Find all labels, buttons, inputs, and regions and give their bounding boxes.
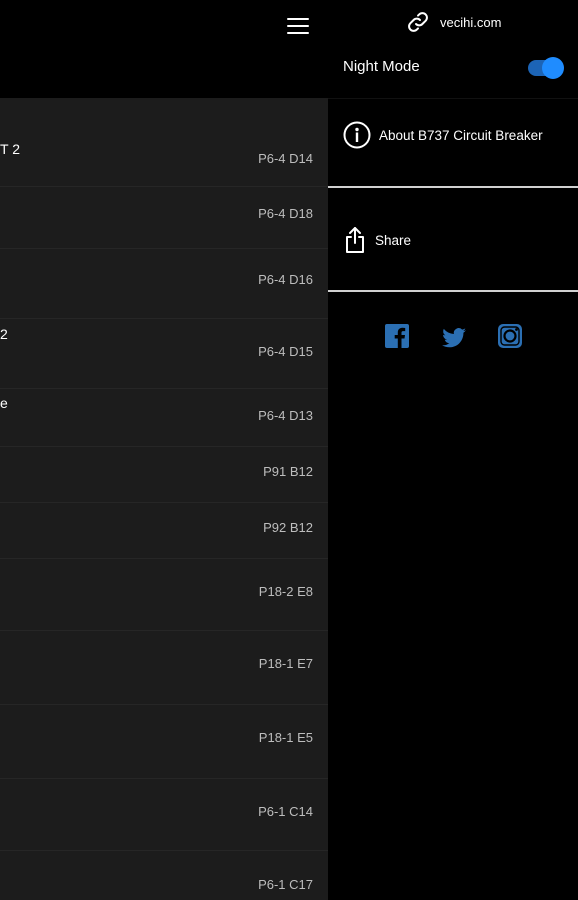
list-item-title: T 2 <box>0 141 20 157</box>
top-bar <box>0 0 328 98</box>
twitter-icon[interactable] <box>441 322 466 350</box>
info-icon <box>343 121 371 149</box>
divider <box>328 98 578 99</box>
list-item[interactable]: T 2 P6-4 D14 <box>0 98 328 187</box>
list-item[interactable]: P6-1 C14 <box>0 778 328 851</box>
list-item[interactable]: P18-2 E8 <box>0 558 328 631</box>
list-item-ref: P6-1 C17 <box>258 877 313 892</box>
list-item-ref: P92 B12 <box>263 520 313 535</box>
about-label: About B737 Circuit Breaker <box>379 127 543 143</box>
link-icon <box>408 12 428 32</box>
list-item-title: e <box>0 395 8 411</box>
list-item[interactable]: P18-1 E5 <box>0 704 328 779</box>
main-content: T 2 P6-4 D14 P6-4 D18 P6-4 D16 2 P6-4 D1… <box>0 0 328 900</box>
divider <box>328 290 578 292</box>
list-item[interactable]: P6-1 C17 <box>0 850 328 900</box>
list-item[interactable]: P6-4 D18 <box>0 186 328 249</box>
list-item-ref: P6-4 D15 <box>258 344 313 359</box>
share-menu-item[interactable]: Share <box>343 226 411 254</box>
list-item-ref: P91 B12 <box>263 464 313 479</box>
list-item-ref: P6-1 C14 <box>258 804 313 819</box>
night-mode-toggle[interactable] <box>528 57 564 79</box>
share-icon <box>346 227 364 253</box>
share-label: Share <box>375 232 412 248</box>
list-item-ref: P6-4 D18 <box>258 206 313 221</box>
night-mode-label: Night Mode <box>343 58 420 75</box>
toggle-knob <box>542 57 564 79</box>
list-item-ref: P6-4 D14 <box>258 151 313 166</box>
instagram-icon[interactable] <box>497 322 522 350</box>
list-item[interactable]: P92 B12 <box>0 502 328 559</box>
list-item-ref: P6-4 D13 <box>258 408 313 423</box>
menu-icon[interactable] <box>287 18 309 34</box>
website-label: vecihi.com <box>440 14 502 30</box>
list-item-ref: P18-2 E8 <box>258 584 313 599</box>
side-drawer: vecihi.com Night Mode About B737 Circuit… <box>328 0 578 900</box>
list-item[interactable]: 2 P6-4 D15 <box>0 318 328 389</box>
list-item-ref: P18-1 E5 <box>258 730 313 745</box>
facebook-icon[interactable] <box>385 322 409 350</box>
about-menu-item[interactable]: About B737 Circuit Breaker <box>343 121 543 149</box>
list-item-ref: P6-4 D16 <box>258 272 313 287</box>
divider <box>328 186 578 188</box>
list-item[interactable]: P6-4 D16 <box>0 248 328 319</box>
list-item[interactable]: P18-1 E7 <box>0 630 328 705</box>
list-item-ref: P18-1 E7 <box>258 656 313 671</box>
social-links <box>385 322 522 350</box>
list-item[interactable]: e P6-4 D13 <box>0 388 328 447</box>
website-link[interactable]: vecihi.com <box>406 10 501 34</box>
list-item-title: 2 <box>0 326 8 342</box>
list-item[interactable]: P91 B12 <box>0 446 328 503</box>
